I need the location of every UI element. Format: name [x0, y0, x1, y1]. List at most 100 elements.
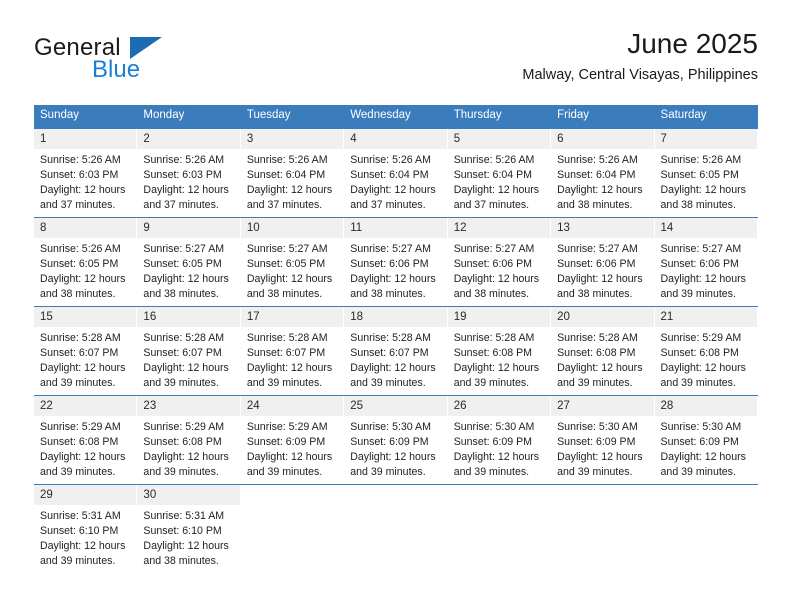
- day-cell-24[interactable]: 24 Sunrise: 5:29 AM Sunset: 6:09 PM Dayligh…: [240, 395, 345, 484]
- calendar-empty-cell: [240, 483, 345, 573]
- daylight-duration-line2: and 39 minutes.: [660, 466, 736, 479]
- day-cell-25[interactable]: 25 Sunrise: 5:30 AM Sunset: 6:09 PM Dayligh…: [344, 395, 448, 484]
- daylight-duration-line1: Daylight: 12 hours: [246, 362, 333, 375]
- daylight-duration-line1: Daylight: 12 hours: [246, 184, 333, 197]
- day-info: Sunrise: 5:26 AM Sunset: 6:03 PM Daylight:…: [137, 149, 239, 213]
- day-number: 4: [344, 128, 447, 150]
- day-cell-19[interactable]: 19 Sunrise: 5:28 AM Sunset: 6:08 PM Dayligh…: [447, 306, 552, 395]
- day-number: 14: [654, 217, 757, 239]
- weekday-header-tuesday: Tuesday: [240, 105, 345, 129]
- empty-day-cell: [448, 484, 552, 573]
- sunrise-time: Sunrise: 5:28 AM: [246, 332, 328, 345]
- weekday-header-monday: Monday: [137, 105, 241, 129]
- sunrise-time: Sunrise: 5:26 AM: [246, 154, 328, 167]
- daylight-duration-line2: and 39 minutes.: [350, 466, 426, 479]
- day-number: 28: [654, 395, 757, 417]
- sunrise-time: Sunrise: 5:29 AM: [40, 421, 121, 434]
- day-cell-29[interactable]: 29 Sunrise: 5:31 AM Sunset: 6:10 PM Dayligh…: [34, 484, 138, 573]
- sunset-time: Sunset: 6:05 PM: [40, 258, 119, 271]
- day-cell-2[interactable]: 2 Sunrise: 5:26 AM Sunset: 6:03 PM Daylight…: [137, 128, 241, 217]
- day-cell-5[interactable]: 5 Sunrise: 5:26 AM Sunset: 6:04 PM Daylight…: [447, 128, 552, 217]
- weekday-header-saturday: Saturday: [654, 105, 758, 129]
- day-info: Sunrise: 5:26 AM Sunset: 6:04 PM Daylight:…: [448, 149, 550, 213]
- day-cell-1[interactable]: 1 Sunrise: 5:26 AM Sunset: 6:03 PM Daylight…: [34, 128, 138, 217]
- sunset-time: Sunset: 6:09 PM: [660, 436, 739, 449]
- day-cell-26[interactable]: 26 Sunrise: 5:30 AM Sunset: 6:09 PM Dayligh…: [447, 395, 552, 484]
- calendar-empty-cell: [654, 483, 758, 573]
- sunset-time: Sunset: 6:09 PM: [453, 436, 533, 449]
- sunset-time: Sunset: 6:05 PM: [246, 258, 326, 271]
- day-cell-16[interactable]: 16 Sunrise: 5:28 AM Sunset: 6:07 PM Dayligh…: [137, 306, 241, 395]
- sunset-time: Sunset: 6:06 PM: [660, 258, 739, 271]
- day-cell-10[interactable]: 10 Sunrise: 5:27 AM Sunset: 6:05 PM Dayligh…: [240, 217, 345, 306]
- daylight-duration-line2: and 39 minutes.: [453, 377, 530, 390]
- daylight-duration-line2: and 37 minutes.: [453, 199, 530, 212]
- day-cell-27[interactable]: 27 Sunrise: 5:30 AM Sunset: 6:09 PM Dayligh…: [551, 395, 655, 484]
- calendar-day-cell: 12 Sunrise: 5:27 AM Sunset: 6:06 PM Dayligh…: [447, 216, 552, 307]
- sunset-time: Sunset: 6:09 PM: [557, 436, 636, 449]
- sunrise-time: Sunrise: 5:27 AM: [143, 243, 225, 256]
- day-number-empty: [344, 485, 446, 505]
- daylight-duration-line1: Daylight: 12 hours: [246, 451, 333, 464]
- day-number: 15: [34, 306, 137, 328]
- empty-day-cell: [655, 484, 758, 573]
- calendar-day-cell: 16 Sunrise: 5:28 AM Sunset: 6:07 PM Dayligh…: [137, 305, 241, 396]
- daylight-duration-line2: and 37 minutes.: [40, 199, 116, 212]
- day-cell-17[interactable]: 17 Sunrise: 5:28 AM Sunset: 6:07 PM Dayligh…: [240, 306, 345, 395]
- day-info: Sunrise: 5:31 AM Sunset: 6:10 PM Daylight:…: [34, 505, 136, 569]
- daylight-duration-line1: Daylight: 12 hours: [350, 362, 436, 375]
- day-cell-6[interactable]: 6 Sunrise: 5:26 AM Sunset: 6:04 PM Daylight…: [551, 128, 655, 217]
- day-cell-18[interactable]: 18 Sunrise: 5:28 AM Sunset: 6:07 PM Dayligh…: [344, 306, 448, 395]
- day-number: 2: [137, 128, 240, 150]
- calendar-day-cell: 11 Sunrise: 5:27 AM Sunset: 6:06 PM Dayligh…: [344, 216, 448, 307]
- calendar-day-cell: 4 Sunrise: 5:26 AM Sunset: 6:04 PM Daylight…: [344, 127, 448, 218]
- daylight-duration-line1: Daylight: 12 hours: [143, 362, 229, 375]
- daylight-duration-line1: Daylight: 12 hours: [660, 273, 746, 286]
- calendar-header-row: Sunday Monday Tuesday Wednesday Thursday…: [34, 105, 758, 129]
- day-number: 19: [447, 306, 551, 328]
- day-number-empty: [551, 485, 653, 505]
- day-cell-7[interactable]: 7 Sunrise: 5:26 AM Sunset: 6:05 PM Daylight…: [654, 128, 758, 217]
- sunset-time: Sunset: 6:05 PM: [660, 169, 739, 182]
- daylight-duration-line1: Daylight: 12 hours: [40, 540, 126, 553]
- calendar-day-cell: 13 Sunrise: 5:27 AM Sunset: 6:06 PM Dayligh…: [551, 216, 655, 307]
- day-cell-20[interactable]: 20 Sunrise: 5:28 AM Sunset: 6:08 PM Dayligh…: [551, 306, 655, 395]
- calendar-day-cell: 23 Sunrise: 5:29 AM Sunset: 6:08 PM Dayligh…: [137, 394, 241, 485]
- daylight-duration-line2: and 38 minutes.: [557, 288, 633, 301]
- day-info: Sunrise: 5:29 AM Sunset: 6:09 PM Daylight:…: [241, 416, 343, 480]
- day-info: Sunrise: 5:28 AM Sunset: 6:07 PM Daylight:…: [137, 327, 239, 391]
- calendar-day-cell: 3 Sunrise: 5:26 AM Sunset: 6:04 PM Daylight…: [240, 127, 345, 218]
- calendar-day-cell: 1 Sunrise: 5:26 AM Sunset: 6:03 PM Daylight…: [34, 127, 138, 218]
- sunrise-time: Sunrise: 5:26 AM: [557, 154, 638, 167]
- day-cell-11[interactable]: 11 Sunrise: 5:27 AM Sunset: 6:06 PM Dayligh…: [344, 217, 448, 306]
- day-info: Sunrise: 5:28 AM Sunset: 6:08 PM Daylight:…: [551, 327, 653, 391]
- calendar-day-cell: 28 Sunrise: 5:30 AM Sunset: 6:09 PM Dayligh…: [654, 394, 758, 485]
- sunset-time: Sunset: 6:08 PM: [40, 436, 119, 449]
- sunset-time: Sunset: 6:05 PM: [143, 258, 222, 271]
- day-cell-8[interactable]: 8 Sunrise: 5:26 AM Sunset: 6:05 PM Daylight…: [34, 217, 138, 306]
- day-cell-4[interactable]: 4 Sunrise: 5:26 AM Sunset: 6:04 PM Daylight…: [344, 128, 448, 217]
- day-cell-30[interactable]: 30 Sunrise: 5:31 AM Sunset: 6:10 PM Dayligh…: [137, 484, 241, 573]
- day-cell-22[interactable]: 22 Sunrise: 5:29 AM Sunset: 6:08 PM Dayligh…: [34, 395, 138, 484]
- day-cell-15[interactable]: 15 Sunrise: 5:28 AM Sunset: 6:07 PM Dayligh…: [34, 306, 138, 395]
- day-cell-28[interactable]: 28 Sunrise: 5:30 AM Sunset: 6:09 PM Dayligh…: [654, 395, 758, 484]
- day-cell-21[interactable]: 21 Sunrise: 5:29 AM Sunset: 6:08 PM Dayligh…: [654, 306, 758, 395]
- day-number-empty: [241, 485, 343, 505]
- day-cell-13[interactable]: 13 Sunrise: 5:27 AM Sunset: 6:06 PM Dayligh…: [551, 217, 655, 306]
- day-info: Sunrise: 5:29 AM Sunset: 6:08 PM Daylight:…: [655, 327, 757, 391]
- day-number: 6: [551, 128, 654, 150]
- day-cell-14[interactable]: 14 Sunrise: 5:27 AM Sunset: 6:06 PM Dayligh…: [654, 217, 758, 306]
- sunrise-time: Sunrise: 5:30 AM: [350, 421, 431, 434]
- day-number: 27: [551, 395, 654, 417]
- sunrise-time: Sunrise: 5:28 AM: [40, 332, 121, 345]
- day-cell-3[interactable]: 3 Sunrise: 5:26 AM Sunset: 6:04 PM Daylight…: [240, 128, 345, 217]
- daylight-duration-line2: and 39 minutes.: [350, 377, 426, 390]
- day-cell-12[interactable]: 12 Sunrise: 5:27 AM Sunset: 6:06 PM Dayligh…: [447, 217, 552, 306]
- day-cell-23[interactable]: 23 Sunrise: 5:29 AM Sunset: 6:08 PM Dayligh…: [137, 395, 241, 484]
- logo-text-blue: Blue: [92, 56, 141, 83]
- calendar-week-row: 15 Sunrise: 5:28 AM Sunset: 6:07 PM Dayligh…: [34, 305, 758, 396]
- day-cell-9[interactable]: 9 Sunrise: 5:27 AM Sunset: 6:05 PM Daylight…: [137, 217, 241, 306]
- day-info: Sunrise: 5:30 AM Sunset: 6:09 PM Daylight:…: [655, 416, 757, 480]
- day-number: 11: [344, 217, 447, 239]
- sunrise-time: Sunrise: 5:31 AM: [40, 510, 121, 523]
